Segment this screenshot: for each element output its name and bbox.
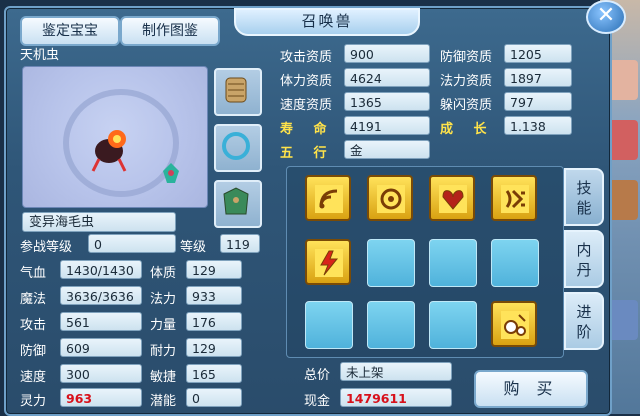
potential-label: 潜能 [150, 394, 177, 409]
hp-label: 气血 [20, 266, 47, 281]
close-icon: ✕ [596, 3, 616, 28]
element-value: 金 [344, 140, 430, 159]
attack-value: 561 [60, 312, 142, 331]
speed-label: 速度 [20, 370, 47, 385]
window-title: 召唤兽 [234, 8, 420, 36]
tab-inner-pill[interactable]: 内丹 [564, 230, 604, 288]
skill-slot[interactable] [491, 175, 537, 221]
lightning-icon [315, 249, 343, 277]
price-value: 未上架 [340, 362, 452, 381]
hp-value: 1430/1430 [60, 260, 142, 279]
defense-value: 609 [60, 338, 142, 357]
equip-slot-ring[interactable] [214, 124, 262, 172]
attack-label: 攻击 [20, 318, 47, 333]
stamina-aptitude-label: 体力资质 [280, 74, 333, 89]
armor-icon [223, 187, 249, 215]
mana-value: 933 [186, 286, 242, 305]
cash-label: 现金 [304, 394, 331, 409]
agility-label: 敏捷 [150, 370, 177, 385]
mp-label: 魔法 [20, 292, 47, 307]
skill-slot[interactable] [491, 301, 537, 347]
skill-slot-empty[interactable] [305, 301, 353, 349]
tab-advance-label: 进阶 [576, 303, 592, 341]
skill-slot-empty[interactable] [429, 239, 477, 287]
potential-value: 0 [186, 388, 242, 407]
appraise-button[interactable]: 鉴定宝宝 [20, 16, 120, 46]
pet-sprite-icon [91, 130, 179, 183]
attack-aptitude-value: 900 [344, 44, 430, 63]
endurance-value: 129 [186, 338, 242, 357]
attack-aptitude-label: 攻击资质 [280, 50, 333, 65]
skill-slot[interactable] [429, 175, 475, 221]
skill-slot-empty[interactable] [491, 239, 539, 287]
eye-shield-icon [377, 185, 405, 213]
stamina-aptitude-value: 4624 [344, 68, 430, 87]
speed-aptitude-value: 1365 [344, 92, 430, 111]
make-map-button[interactable]: 制作图鉴 [120, 16, 220, 46]
dodge-aptitude-label: 躲闪资质 [440, 98, 493, 113]
level-label: 等级 [180, 240, 207, 255]
tab-inner-pill-label: 内丹 [576, 241, 592, 279]
strength-label: 力量 [150, 318, 177, 333]
speed-value: 300 [60, 364, 142, 383]
growth-label: 成 长 [440, 122, 495, 137]
skill-slot-empty[interactable] [367, 301, 415, 349]
skill-slot-empty[interactable] [429, 301, 477, 349]
physique-value: 129 [186, 260, 242, 279]
life-value: 4191 [344, 116, 430, 135]
growth-value: 1.138 [504, 116, 572, 135]
magic-aptitude-label: 法力资质 [440, 74, 493, 89]
equip-slot-scroll[interactable] [214, 68, 262, 116]
skill-slot[interactable] [305, 239, 351, 285]
tab-skills-label: 技能 [576, 179, 592, 217]
cash-value: 1479611 [340, 388, 452, 407]
pet-window: 召唤兽 鉴定宝宝 制作图鉴 天机虫 变异海毛虫 参战等级 0 等级 119 气血… [4, 6, 612, 416]
heart-crest-icon [439, 185, 467, 213]
tab-skills[interactable]: 技能 [564, 168, 604, 226]
skill-slot[interactable] [305, 175, 351, 221]
pet-name: 天机虫 [20, 48, 60, 63]
skill-slot-empty[interactable] [367, 239, 415, 287]
element-label: 五 行 [280, 146, 335, 161]
spirit-label: 灵力 [20, 394, 47, 409]
mana-label: 法力 [150, 292, 177, 307]
life-label: 寿 命 [280, 122, 335, 137]
defense-label: 防御 [20, 344, 47, 359]
variant-name-field: 变异海毛虫 [22, 212, 176, 232]
defense-aptitude-label: 防御资质 [440, 50, 493, 65]
battle-level-label: 参战等级 [20, 240, 73, 255]
dodge-aptitude-value: 797 [504, 92, 572, 111]
endurance-label: 耐力 [150, 344, 177, 359]
pet-portrait [22, 66, 208, 208]
spirit-value: 963 [60, 388, 142, 407]
buy-button[interactable]: 购 买 [474, 370, 588, 408]
strength-value: 176 [186, 312, 242, 331]
rune-icon [501, 185, 529, 213]
skill-panel [286, 166, 564, 358]
close-button[interactable]: ✕ [586, 0, 626, 34]
falling-rocks-icon [501, 311, 529, 339]
equip-slot-armor[interactable] [214, 180, 262, 228]
level-value: 119 [220, 234, 260, 253]
agility-value: 165 [186, 364, 242, 383]
ring-icon [222, 132, 250, 160]
scroll-icon [225, 77, 247, 103]
skill-slot[interactable] [367, 175, 413, 221]
defense-aptitude-value: 1205 [504, 44, 572, 63]
price-label: 总价 [304, 368, 331, 383]
magic-aptitude-value: 1897 [504, 68, 572, 87]
signal-waves-icon [315, 185, 343, 213]
tab-advance[interactable]: 进阶 [564, 292, 604, 350]
mp-value: 3636/3636 [60, 286, 142, 305]
physique-label: 体质 [150, 266, 177, 281]
speed-aptitude-label: 速度资质 [280, 98, 333, 113]
battle-level-value: 0 [88, 234, 176, 253]
